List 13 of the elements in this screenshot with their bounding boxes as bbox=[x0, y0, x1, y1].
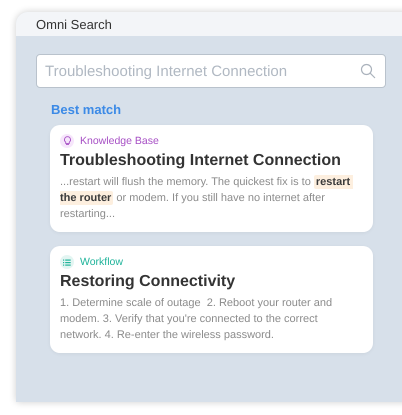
search-icon[interactable] bbox=[360, 63, 376, 79]
window-title: Omni Search bbox=[36, 16, 112, 32]
list-icon bbox=[60, 255, 74, 269]
category-label: Workflow bbox=[80, 256, 123, 268]
lightbulb-icon bbox=[60, 134, 74, 148]
result-snippet: 1. Determine scale of outage 2. Reboot your router and modem. 3. Verify that you're connected to the correct network. 4. Re-enter the wireless password. bbox=[60, 296, 334, 343]
search-field[interactable]: Troubleshooting Internet Connection bbox=[36, 54, 386, 88]
section-label: Best match bbox=[51, 102, 122, 117]
result-title: Restoring Connectivity bbox=[60, 273, 236, 291]
result-card[interactable]: Knowledge Base Troubleshooting Internet Connection ...restart will flush the memory. The quickest fix is to restart the router or modem. If you still have no internet after restarting... bbox=[50, 125, 373, 232]
category-label: Knowledge Base bbox=[80, 135, 159, 147]
result-card[interactable]: Workflow Restoring Connectivity 1. Determine scale of outage 2. Reboot your router and modem. 3. Verify that you're connected to the correct network. 4. Re-enter the wireless password. bbox=[50, 246, 373, 353]
result-title: Troubleshooting Internet Connection bbox=[60, 152, 342, 170]
